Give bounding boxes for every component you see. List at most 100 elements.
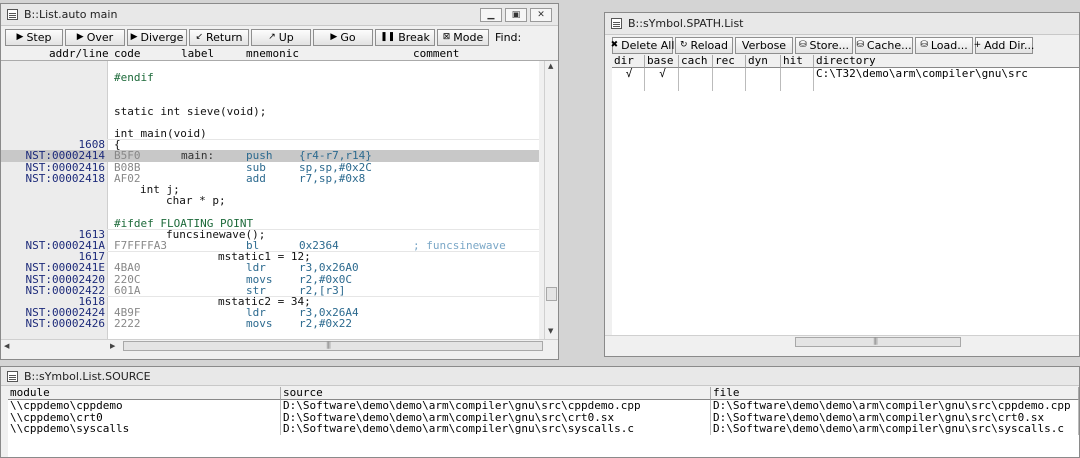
- break-button[interactable]: ❚❚ Break: [375, 28, 435, 46]
- reload-button[interactable]: ↻ Reload: [675, 36, 733, 54]
- spath-table[interactable]: dir base cach rec dyn hit directory √ √ C:\T32\de…: [612, 55, 1079, 335]
- cell-cach[interactable]: [679, 68, 713, 80]
- cell-file[interactable]: D:\Software\demo\demo\arm\compiler\gnu\s…: [711, 411, 1079, 423]
- cell-module[interactable]: \\cppdemo\syscalls: [8, 423, 281, 435]
- cell-hit[interactable]: [781, 68, 814, 80]
- list-window-title: B::List.auto main: [24, 8, 118, 21]
- operands: r7,sp,#0x8: [299, 171, 366, 185]
- break-icon: ❚❚: [380, 32, 396, 42]
- column-hit[interactable]: hit: [781, 55, 814, 68]
- verbose-button-label: Verbose: [741, 38, 787, 52]
- asm-line[interactable]: NST:00002426 2222 movs r2,#0x22: [1, 318, 539, 329]
- cell-module[interactable]: \\cppdemo\crt0: [8, 411, 281, 423]
- scroll-down-arrow-icon[interactable]: ▼: [548, 327, 553, 336]
- column-cach[interactable]: cach: [679, 55, 713, 68]
- horizontal-scroll-thumb[interactable]: [795, 337, 961, 347]
- mode-button-label: Mode: [453, 30, 484, 44]
- line-address: NST:00002418: [25, 171, 105, 185]
- column-addr-line[interactable]: addr/line: [49, 48, 109, 60]
- asm-line[interactable]: NST:00002418 AF02 add r7,sp,#0x8: [1, 173, 539, 184]
- scroll-left-arrow-icon[interactable]: ◀: [4, 342, 9, 351]
- return-button[interactable]: ↙ Return: [189, 28, 249, 46]
- diverge-button[interactable]: ▶ Diverge: [127, 28, 187, 46]
- over-button[interactable]: ▶ Over: [65, 28, 125, 46]
- store-button[interactable]: ⛁ Store...: [795, 36, 853, 54]
- source-table[interactable]: module source file \\cppdemo\cppdemo D:\Soft…: [8, 387, 1079, 457]
- column-label[interactable]: label: [181, 48, 214, 60]
- cell-dyn[interactable]: [746, 68, 781, 80]
- cell-source[interactable]: D:\Software\demo\demo\arm\compiler\gnu\s…: [281, 400, 711, 412]
- column-code[interactable]: code: [114, 48, 141, 60]
- grip-icon: |||: [873, 337, 878, 345]
- add-dir-button[interactable]: + Add Dir...: [974, 36, 1034, 54]
- column-source[interactable]: source: [281, 387, 711, 400]
- spath-horizontal-scrollbar[interactable]: |||: [605, 335, 1079, 348]
- source-window[interactable]: B::sYmbol.List.SOURCE module source file\\…: [0, 366, 1080, 458]
- cell-file[interactable]: D:\Software\demo\demo\arm\compiler\gnu\s…: [711, 423, 1079, 435]
- source-line[interactable]: char * p;: [1, 195, 539, 206]
- mode-button[interactable]: ⊠ Mode: [437, 28, 489, 46]
- source-window-title: B::sYmbol.List.SOURCE: [24, 369, 151, 383]
- column-directory[interactable]: directory: [814, 55, 1079, 68]
- delete-all-button[interactable]: ✖ Delete All: [611, 36, 674, 54]
- spath-window-title: B::sYmbol.SPATH.List: [628, 17, 744, 30]
- step-icon: ▶: [16, 32, 24, 42]
- minimize-button[interactable]: ▁: [480, 7, 502, 22]
- opcode: B5F0: [114, 149, 141, 163]
- return-button-label: Return: [206, 30, 243, 44]
- list-window[interactable]: B::List.auto main ▁ ▣ ✕ ▶ Step ▶ Over ▶ Diver…: [0, 3, 559, 360]
- horizontal-scroll-thumb[interactable]: [123, 341, 543, 351]
- scroll-right-arrow-icon[interactable]: ▶: [110, 342, 115, 351]
- operands: r2,#0x22: [299, 317, 352, 331]
- scroll-up-arrow-icon[interactable]: ▲: [548, 62, 553, 71]
- source-line[interactable]: int j;: [1, 184, 539, 195]
- column-comment[interactable]: comment: [413, 48, 459, 60]
- scroll-thumb[interactable]: [546, 287, 557, 301]
- go-button[interactable]: ▶ Go: [313, 28, 373, 46]
- step-button[interactable]: ▶ Step: [5, 28, 63, 46]
- cache-button[interactable]: ⛁ Cache...: [855, 36, 913, 54]
- asm-line[interactable]: NST:0000241E 4BA0 ldr r3,0x26A0: [1, 262, 539, 273]
- cell-dir[interactable]: √: [612, 68, 645, 80]
- cell-source[interactable]: D:\Software\demo\demo\arm\compiler\gnu\s…: [281, 423, 711, 435]
- empty-cell: [781, 79, 814, 91]
- step-button-label: Step: [26, 30, 52, 44]
- cell-directory[interactable]: C:\T32\demo\arm\compiler\gnu\src: [814, 68, 1079, 80]
- column-module[interactable]: module: [8, 387, 281, 400]
- cell-source[interactable]: D:\Software\demo\demo\arm\compiler\gnu\s…: [281, 411, 711, 423]
- column-mnemonic[interactable]: mnemonic: [246, 48, 299, 60]
- column-dyn[interactable]: dyn: [746, 55, 781, 68]
- empty-cell: [814, 80, 1079, 92]
- up-button[interactable]: ↗ Up: [251, 28, 311, 46]
- cell-module[interactable]: \\cppdemo\cppdemo: [8, 400, 281, 412]
- load-button[interactable]: ⛁ Load...: [915, 36, 973, 54]
- asm-line[interactable]: NST:00002414 B5F0 main: push {r4-r7,r14}: [1, 149, 539, 163]
- empty-cell: [612, 79, 645, 91]
- list-horizontal-scrollbar[interactable]: ◀ ▶ |||: [1, 339, 558, 352]
- cache-icon: ⛁: [856, 40, 864, 50]
- spath-window-titlebar[interactable]: B::sYmbol.SPATH.List: [605, 13, 1079, 35]
- up-icon: ↗: [268, 32, 276, 42]
- cell-rec[interactable]: [713, 68, 746, 80]
- cell-file[interactable]: D:\Software\demo\demo\arm\compiler\gnu\s…: [711, 400, 1079, 412]
- empty-cell: [746, 79, 781, 91]
- column-base[interactable]: base: [645, 55, 679, 68]
- column-dir[interactable]: dir: [612, 55, 645, 68]
- close-button[interactable]: ✕: [530, 7, 552, 22]
- cell-base[interactable]: √: [645, 68, 679, 80]
- maximize-button[interactable]: ▣: [505, 7, 527, 22]
- mnemonic: add: [246, 171, 266, 185]
- source-window-titlebar[interactable]: B::sYmbol.List.SOURCE: [1, 367, 1079, 386]
- column-file[interactable]: file: [711, 387, 1079, 400]
- verbose-button[interactable]: Verbose: [735, 36, 793, 54]
- go-icon: ▶: [330, 32, 338, 42]
- column-rec[interactable]: rec: [713, 55, 746, 68]
- code-listing[interactable]: #endif static int sieve(void); int main(vo…: [1, 61, 539, 339]
- source-line[interactable]: #endif: [1, 72, 539, 83]
- source-line[interactable]: static int sieve(void);: [1, 105, 539, 116]
- list-vertical-scrollbar[interactable]: ▲ ▼: [544, 61, 558, 339]
- reload-icon: ↻: [680, 40, 688, 50]
- opcode: 601A: [114, 283, 141, 297]
- spath-window[interactable]: B::sYmbol.SPATH.List ✖ Delete All ↻ Reload V…: [604, 12, 1080, 357]
- list-window-titlebar[interactable]: B::List.auto main ▁ ▣ ✕: [1, 4, 558, 26]
